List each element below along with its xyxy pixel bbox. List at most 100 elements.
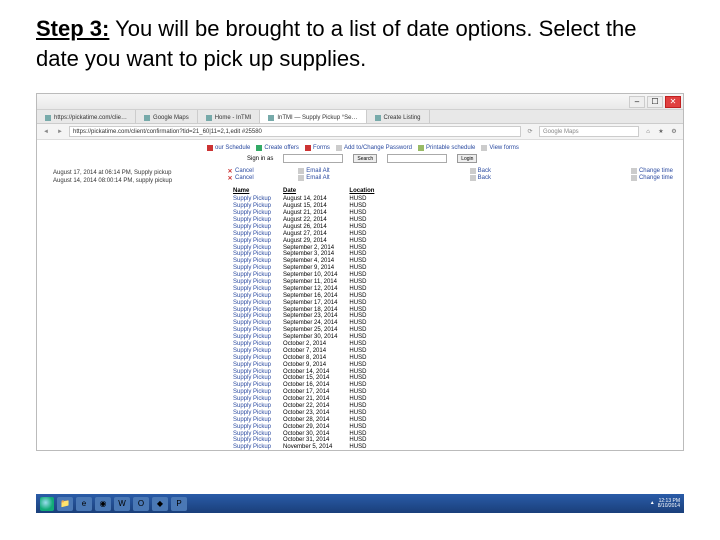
system-tray[interactable]: ▲ 12:13 PM 8/10/2014: [650, 499, 680, 509]
supply-pickup-link[interactable]: Supply Pickup: [227, 217, 277, 224]
maximize-button[interactable]: ☐: [647, 96, 663, 108]
location-cell: HUSD: [343, 251, 380, 258]
supply-pickup-link[interactable]: Supply Pickup: [227, 362, 277, 369]
forward-icon[interactable]: ►: [55, 127, 65, 137]
chrome-icon[interactable]: ◉: [95, 497, 111, 511]
date-cell: October 8, 2014: [277, 355, 343, 362]
supply-pickup-link[interactable]: Supply Pickup: [227, 300, 277, 307]
action-link[interactable]: Email Alt: [298, 168, 329, 174]
header-link[interactable]: Add to/Change Password: [336, 145, 412, 151]
star-icon[interactable]: ★: [656, 127, 666, 137]
supply-pickup-link[interactable]: Supply Pickup: [227, 334, 277, 341]
minimize-button[interactable]: –: [629, 96, 645, 108]
close-button[interactable]: ✕: [665, 96, 681, 108]
supply-pickup-link[interactable]: Supply Pickup: [227, 251, 277, 258]
app-icon[interactable]: ◆: [152, 497, 168, 511]
supply-pickup-link[interactable]: Supply Pickup: [227, 258, 277, 265]
location-cell: HUSD: [343, 203, 380, 210]
login-button[interactable]: Login: [457, 154, 477, 163]
action-link[interactable]: Back: [470, 175, 491, 181]
supply-pickup-link[interactable]: Supply Pickup: [227, 355, 277, 362]
header-link[interactable]: our Schedule: [207, 145, 250, 151]
supply-pickup-link[interactable]: Supply Pickup: [227, 396, 277, 403]
supply-pickup-link[interactable]: Supply Pickup: [227, 410, 277, 417]
supply-pickup-link[interactable]: Supply Pickup: [227, 417, 277, 424]
search-button[interactable]: Search: [353, 154, 377, 163]
powerpoint-icon[interactable]: P: [171, 497, 187, 511]
cancel-link[interactable]: ✕Cancel: [227, 175, 254, 181]
browser-tab[interactable]: Create Listing: [367, 110, 430, 123]
outlook-icon[interactable]: O: [133, 497, 149, 511]
supply-pickup-link[interactable]: Supply Pickup: [227, 231, 277, 238]
supply-pickup-link[interactable]: Supply Pickup: [227, 444, 277, 451]
login-input[interactable]: [387, 154, 447, 163]
header-link[interactable]: Printable schedule: [418, 145, 475, 151]
action-link[interactable]: Change time: [631, 175, 673, 181]
supply-pickup-link[interactable]: Supply Pickup: [227, 224, 277, 231]
supply-pickup-link[interactable]: Supply Pickup: [227, 238, 277, 245]
header-link[interactable]: Forms: [305, 145, 330, 151]
back-icon[interactable]: ◄: [41, 127, 51, 137]
date-cell: September 25, 2014: [277, 327, 343, 334]
supply-pickup-link[interactable]: Supply Pickup: [227, 279, 277, 286]
supply-pickup-link[interactable]: Supply Pickup: [227, 327, 277, 334]
date-cell: October 22, 2014: [277, 403, 343, 410]
date-cell: October 16, 2014: [277, 382, 343, 389]
action-link[interactable]: Back: [470, 168, 491, 174]
location-cell: HUSD: [343, 286, 380, 293]
action-icon: [631, 168, 637, 174]
supply-pickup-link[interactable]: Supply Pickup: [227, 272, 277, 279]
browser-tab[interactable]: Google Maps: [136, 110, 198, 123]
table-row: Supply PickupSeptember 11, 2014HUSD: [227, 279, 380, 286]
supply-pickup-link[interactable]: Supply Pickup: [227, 403, 277, 410]
header-link[interactable]: Create offers: [256, 145, 299, 151]
supply-pickup-link[interactable]: Supply Pickup: [227, 265, 277, 272]
supply-pickup-link[interactable]: Supply Pickup: [227, 286, 277, 293]
supply-pickup-link[interactable]: Supply Pickup: [227, 431, 277, 438]
location-cell: HUSD: [343, 327, 380, 334]
supply-pickup-link[interactable]: Supply Pickup: [227, 245, 277, 252]
supply-pickup-link[interactable]: Supply Pickup: [227, 313, 277, 320]
date-cell: September 3, 2014: [277, 251, 343, 258]
tab-label: InTMI — Supply Pickup °Se…: [277, 115, 357, 121]
supply-pickup-link[interactable]: Supply Pickup: [227, 203, 277, 210]
address-bar[interactable]: https://pickatime.com/client/confirmatio…: [69, 126, 521, 137]
windows-taskbar: 📁e◉WO◆P ▲ 12:13 PM 8/10/2014: [36, 494, 684, 513]
date-cell: October 31, 2014: [277, 437, 343, 444]
signin-input[interactable]: [283, 154, 343, 163]
supply-pickup-link[interactable]: Supply Pickup: [227, 389, 277, 396]
header-link[interactable]: View forms: [481, 145, 519, 151]
browser-tab[interactable]: Home - InTMI: [198, 110, 261, 123]
browser-search[interactable]: Google Maps: [539, 126, 639, 137]
supply-pickup-link[interactable]: Supply Pickup: [227, 375, 277, 382]
browser-tab[interactable]: https://pickatime.com/clie…: [37, 110, 136, 123]
supply-pickup-link[interactable]: Supply Pickup: [227, 196, 277, 203]
x-icon: ✕: [227, 168, 233, 174]
supply-pickup-link[interactable]: Supply Pickup: [227, 293, 277, 300]
supply-pickup-link[interactable]: Supply Pickup: [227, 341, 277, 348]
reload-icon[interactable]: ⟳: [525, 127, 535, 137]
supply-pickup-link[interactable]: Supply Pickup: [227, 307, 277, 314]
date-cell: October 30, 2014: [277, 431, 343, 438]
file-explorer-icon[interactable]: 📁: [57, 497, 73, 511]
supply-pickup-link[interactable]: Supply Pickup: [227, 437, 277, 444]
supply-pickup-link[interactable]: Supply Pickup: [227, 382, 277, 389]
start-button[interactable]: [40, 497, 54, 511]
browser-tab[interactable]: InTMI — Supply Pickup °Se…: [260, 110, 366, 123]
action-link[interactable]: Email Alt: [298, 175, 329, 181]
clock[interactable]: 12:13 PM 8/10/2014: [658, 499, 680, 509]
date-cell: September 10, 2014: [277, 272, 343, 279]
supply-pickup-link[interactable]: Supply Pickup: [227, 320, 277, 327]
cancel-link[interactable]: ✕Cancel: [227, 168, 254, 174]
date-cell: October 29, 2014: [277, 424, 343, 431]
word-icon[interactable]: W: [114, 497, 130, 511]
supply-pickup-link[interactable]: Supply Pickup: [227, 424, 277, 431]
supply-pickup-link[interactable]: Supply Pickup: [227, 210, 277, 217]
supply-pickup-link[interactable]: Supply Pickup: [227, 348, 277, 355]
action-link[interactable]: Change time: [631, 168, 673, 174]
supply-pickup-link[interactable]: Supply Pickup: [227, 369, 277, 376]
home-icon[interactable]: ⌂: [643, 127, 653, 137]
ie-icon[interactable]: e: [76, 497, 92, 511]
tray-chevron-icon[interactable]: ▲: [650, 501, 655, 506]
gear-icon[interactable]: ⚙: [669, 127, 679, 137]
